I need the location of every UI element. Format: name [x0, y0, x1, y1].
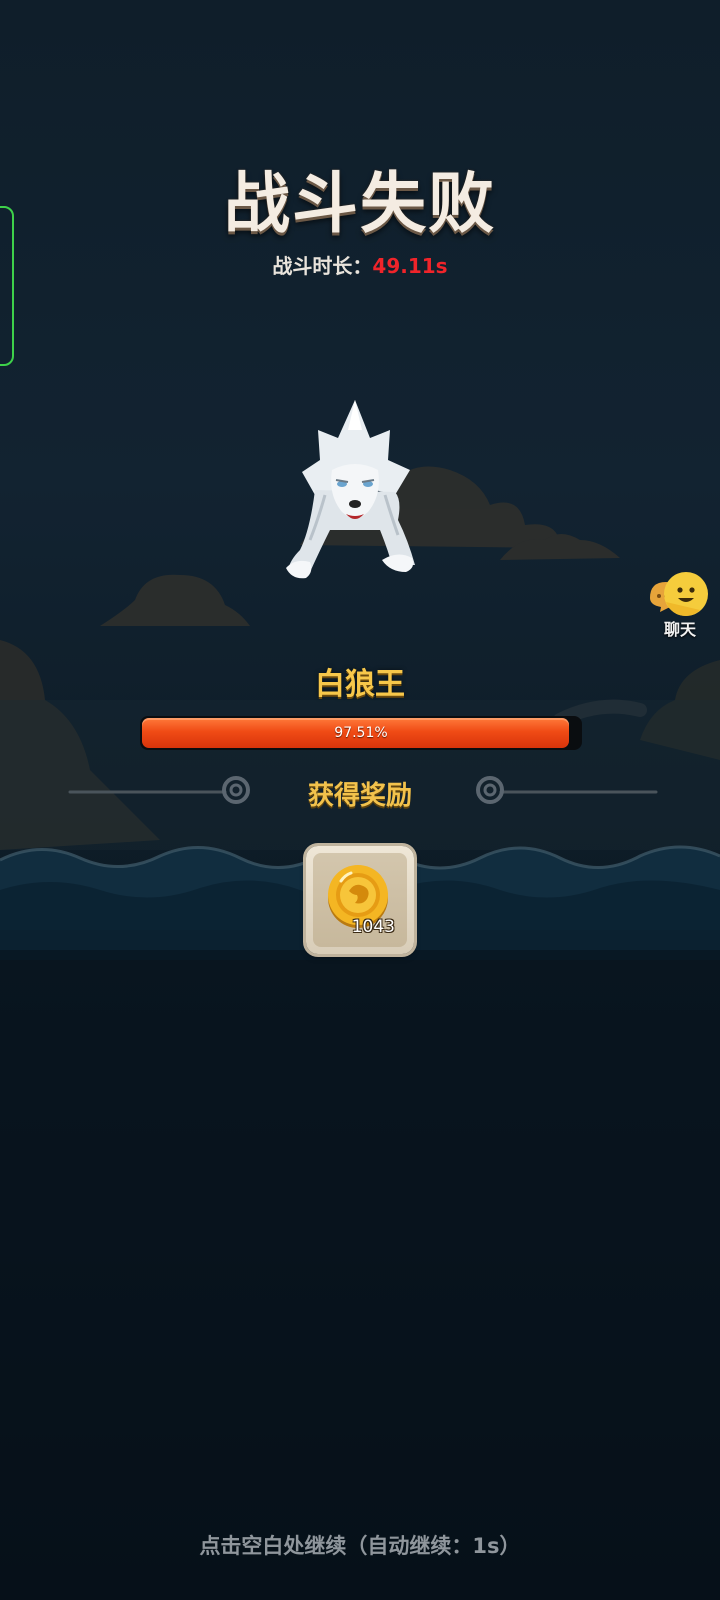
- reward-item-gold-coin[interactable]: 1043: [306, 846, 414, 954]
- white-wolf-boss-image: [286, 400, 415, 579]
- reward-item-frame: 1043: [313, 853, 407, 947]
- reward-title: 获得奖励: [307, 781, 412, 811]
- battle-duration: 战斗时长：49.11s: [0, 250, 720, 279]
- boss-name: 白狼王: [315, 667, 405, 702]
- chat-label: 聊天: [663, 620, 696, 639]
- duration-label: 战斗时长：: [272, 254, 373, 278]
- boss-hp-percent: 97.51%: [334, 725, 388, 741]
- reward-item-count: 1043: [351, 917, 395, 937]
- boss-hp-bar: 97.51%: [140, 716, 582, 750]
- duration-value: 49.11s: [372, 254, 448, 278]
- tap-to-continue-hint: 点击空白处继续（自动继续：1s）: [199, 1534, 521, 1558]
- battle-result-screen[interactable]: { "result": { "title": "战斗失败", "duration…: [0, 0, 720, 1600]
- chat-bubble-icon: [650, 572, 708, 616]
- chat-button[interactable]: 聊天: [648, 572, 720, 642]
- result-title: 战斗失败: [224, 165, 496, 242]
